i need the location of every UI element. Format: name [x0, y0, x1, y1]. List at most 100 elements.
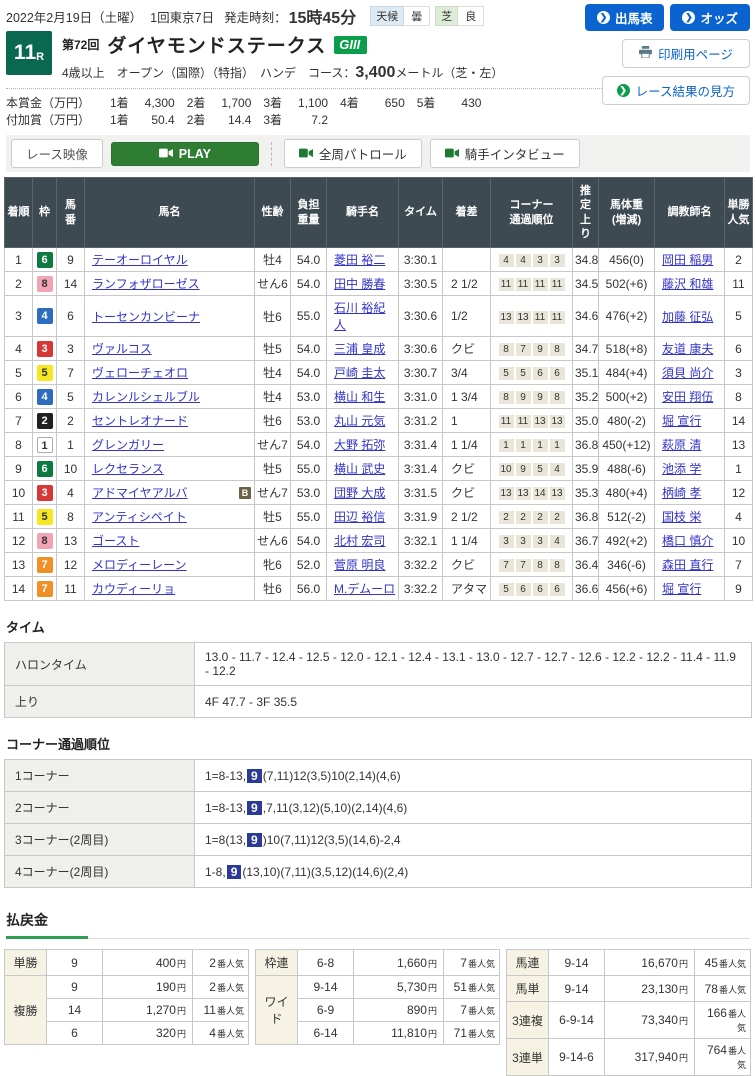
- combination: 6: [47, 1022, 103, 1045]
- trainer-link[interactable]: 安田 翔伍: [662, 390, 713, 404]
- patrol-video-button[interactable]: 全周パトロール: [284, 139, 422, 168]
- corner-position: 8: [533, 559, 548, 572]
- race-result-page: 2022年2月19日（土曜） 1回東京7日 発走時刻： 15時45分 天候 曇 …: [0, 0, 756, 1076]
- horse-name-link[interactable]: テーオーロイヤル: [92, 253, 188, 267]
- popularity-unit: 番人気: [217, 1029, 244, 1039]
- payout-popularity: 11番人気: [193, 999, 249, 1022]
- place-label: 3着: [263, 96, 282, 110]
- carried-weight: 55.0: [291, 505, 327, 529]
- race-video-button[interactable]: レース映像: [11, 139, 103, 168]
- frame-cell: 4: [33, 296, 57, 337]
- horse-name-link[interactable]: カレンルシェルブル: [92, 390, 200, 404]
- popularity-unit: 番人気: [217, 959, 244, 969]
- horse-name-link[interactable]: レクセランス: [92, 462, 164, 476]
- results-guide-button[interactable]: ❯ レース結果の見方: [602, 76, 750, 105]
- payout-popularity: 78番人気: [695, 976, 751, 1002]
- column-header: タイム: [399, 178, 443, 248]
- race-date: 2022年2月19日（土曜）: [6, 7, 142, 26]
- highlighted-horse-number: 9: [247, 801, 262, 815]
- corner-position: 11: [499, 415, 514, 428]
- jockey-link[interactable]: M.デムーロ: [334, 582, 395, 596]
- horse-name-link[interactable]: ヴァルコス: [92, 342, 152, 356]
- jockey-link[interactable]: 丸山 元気: [334, 414, 385, 428]
- trainer-link[interactable]: 加藤 征弘: [662, 310, 713, 324]
- trainer-link[interactable]: 萩原 清: [662, 438, 701, 452]
- race-title: ダイヤモンドステークス: [107, 31, 326, 58]
- jockey-link[interactable]: 戸崎 圭太: [334, 366, 385, 380]
- margin: 1/2: [443, 296, 491, 337]
- last-3f: 34.5: [573, 272, 599, 296]
- jockey-link[interactable]: 田中 勝春: [334, 277, 385, 291]
- horse-name-link[interactable]: アンティシペイト: [92, 510, 187, 524]
- print-page-button[interactable]: 印刷用ページ: [622, 39, 750, 68]
- race-time: 3:30.6: [399, 337, 443, 361]
- trainer-link[interactable]: 堀 宣行: [662, 582, 701, 596]
- jockey-link[interactable]: 横山 和生: [334, 390, 385, 404]
- frame-cell: 7: [33, 553, 57, 577]
- place-label: 1着: [110, 113, 129, 127]
- win-favorite: 1: [725, 457, 753, 481]
- trainer-link[interactable]: 岡田 稲男: [662, 253, 713, 267]
- horse-cell: ゴースト: [85, 529, 255, 553]
- finish-position: 10: [5, 481, 33, 505]
- trainer-cell: 加藤 征弘: [655, 296, 725, 337]
- jockey-cell: 横山 武史: [327, 457, 399, 481]
- frame-cell: 7: [33, 577, 57, 601]
- payout-amount: 890円: [354, 999, 444, 1022]
- carried-weight: 53.0: [291, 385, 327, 409]
- trainer-link[interactable]: 森田 直行: [662, 558, 713, 572]
- horse-name-link[interactable]: カウディーリョ: [92, 582, 175, 596]
- payout-amount: 16,670円: [605, 950, 695, 976]
- play-button[interactable]: PLAY: [111, 142, 259, 166]
- horse-name-link[interactable]: グレンガリー: [92, 438, 164, 452]
- sex-age: 牡4: [255, 361, 291, 385]
- payout-table: 馬連9-1416,670円45番人気馬単9-1423,130円78番人気3連複6…: [506, 949, 751, 1076]
- frame-cell: 4: [33, 385, 57, 409]
- last-3f: 34.6: [573, 296, 599, 337]
- frame-cell: 3: [33, 337, 57, 361]
- horse-name-link[interactable]: ランフォザローゼス: [92, 277, 200, 291]
- corner-row: 2コーナー1=8-13,9,7,11(3,12)(5,10)(2,14)(4,6…: [5, 792, 752, 824]
- trainer-link[interactable]: 堀 宣行: [662, 414, 701, 428]
- trainer-link[interactable]: 池添 学: [662, 462, 701, 476]
- horse-name-link[interactable]: ヴェローチェオロ: [92, 366, 188, 380]
- jockey-link[interactable]: 菱田 裕二: [334, 253, 385, 267]
- horse-name-link[interactable]: アドマイヤアルバ: [92, 486, 188, 500]
- jockey-link[interactable]: 菅原 明良: [334, 558, 385, 572]
- payout-amount: 317,940円: [605, 1039, 695, 1076]
- horse-name-link[interactable]: セントレオナード: [92, 414, 188, 428]
- trainer-link[interactable]: 柄崎 孝: [662, 486, 701, 500]
- corner-position: 11: [550, 278, 565, 291]
- yen-unit: 円: [177, 1029, 186, 1039]
- trainer-link[interactable]: 藤沢 和雄: [662, 277, 713, 291]
- jockey-link[interactable]: 石川 裕紀人: [334, 301, 385, 332]
- race-number: 11: [14, 41, 36, 65]
- corner-position: 13: [533, 415, 548, 428]
- trainer-link[interactable]: 須貝 尚介: [662, 366, 713, 380]
- jockey-link[interactable]: 田辺 裕信: [334, 510, 385, 524]
- jockey-interview-button[interactable]: 騎手インタビュー: [430, 139, 580, 168]
- jockey-link[interactable]: 横山 武史: [334, 462, 385, 476]
- horse-name-link[interactable]: トーセンカンビーナ: [92, 310, 200, 324]
- corner-position: 4: [550, 535, 565, 548]
- result-row: 557ヴェローチェオロ牡454.0戸崎 圭太3:30.73/4556635.14…: [5, 361, 753, 385]
- arrow-circle-icon: ❯: [682, 11, 695, 24]
- odds-button[interactable]: ❯ オッズ: [670, 4, 750, 31]
- frame-number: 6: [37, 461, 53, 477]
- trainer-link[interactable]: 橋口 慎介: [662, 534, 713, 548]
- entries-button[interactable]: ❯ 出馬表: [585, 4, 665, 31]
- horse-name-link[interactable]: ゴースト: [92, 534, 139, 548]
- corner-position: 3: [499, 535, 514, 548]
- horse-weight: 502(+6): [599, 272, 655, 296]
- trainer-link[interactable]: 友道 康夫: [662, 342, 713, 356]
- jockey-link[interactable]: 大野 拓弥: [334, 438, 385, 452]
- jockey-link[interactable]: 三浦 皇成: [334, 342, 385, 356]
- trainer-cell: 堀 宣行: [655, 577, 725, 601]
- jockey-cell: 菱田 裕二: [327, 248, 399, 272]
- jockey-cell: 大野 拓弥: [327, 433, 399, 457]
- corner-section-title: コーナー通過順位: [6, 734, 750, 753]
- horse-name-link[interactable]: メロディーレーン: [92, 558, 187, 572]
- jockey-link[interactable]: 北村 宏司: [334, 534, 385, 548]
- trainer-link[interactable]: 国枝 栄: [662, 510, 701, 524]
- jockey-link[interactable]: 団野 大成: [334, 486, 385, 500]
